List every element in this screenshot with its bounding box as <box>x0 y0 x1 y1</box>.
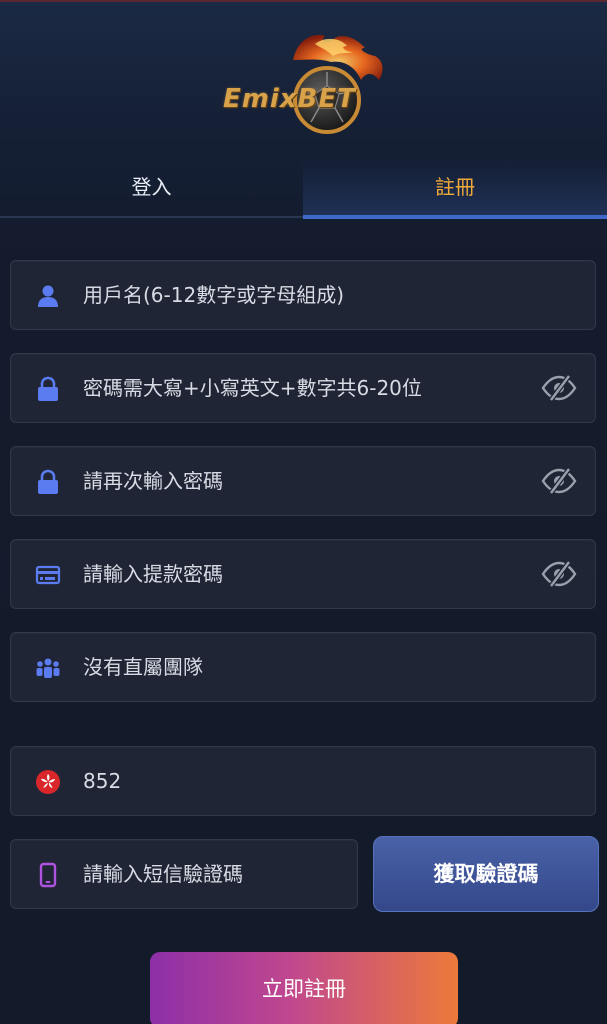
phone-icon <box>35 862 61 888</box>
brand-logo-text: EmixBET <box>223 84 356 114</box>
active-tab-indicator <box>303 215 607 219</box>
confirm-password-field[interactable] <box>10 446 596 516</box>
get-code-button[interactable]: 獲取驗證碼 <box>373 836 599 912</box>
tab-divider <box>0 216 303 218</box>
team-value: 沒有直屬團隊 <box>83 655 203 679</box>
password-input[interactable] <box>83 354 523 422</box>
confirm-password-input[interactable] <box>83 447 523 515</box>
team-icon <box>35 655 61 681</box>
tab-login[interactable]: 登入 <box>0 158 303 216</box>
username-field[interactable] <box>10 260 596 330</box>
user-icon <box>35 283 61 309</box>
team-field: 沒有直屬團隊 <box>10 632 596 702</box>
eye-off-icon[interactable] <box>541 467 577 495</box>
lock-icon <box>35 469 61 495</box>
brand-logo: EmixBET <box>215 30 390 138</box>
hong-kong-flag-icon <box>35 769 61 795</box>
withdraw-password-field[interactable] <box>10 539 596 609</box>
register-button[interactable]: 立即註冊 <box>150 952 458 1024</box>
auth-tabs: 登入 註冊 <box>0 158 607 218</box>
eye-off-icon[interactable] <box>541 560 577 588</box>
register-screen: EmixBET 登入 註冊 用戶名(6-12數字或字母組成) 密碼需大寫+小寫英… <box>0 0 607 1024</box>
lock-icon <box>35 376 61 402</box>
withdraw-password-input[interactable] <box>83 540 523 608</box>
phone-input[interactable] <box>83 747 523 815</box>
sms-code-input[interactable] <box>83 840 343 908</box>
card-icon <box>35 562 61 588</box>
password-field[interactable] <box>10 353 596 423</box>
sms-code-field[interactable] <box>10 839 358 909</box>
top-border <box>0 0 607 2</box>
phone-field[interactable] <box>10 746 596 816</box>
eye-off-icon[interactable] <box>541 374 577 402</box>
username-input[interactable] <box>83 261 523 329</box>
tab-register[interactable]: 註冊 <box>303 158 607 216</box>
